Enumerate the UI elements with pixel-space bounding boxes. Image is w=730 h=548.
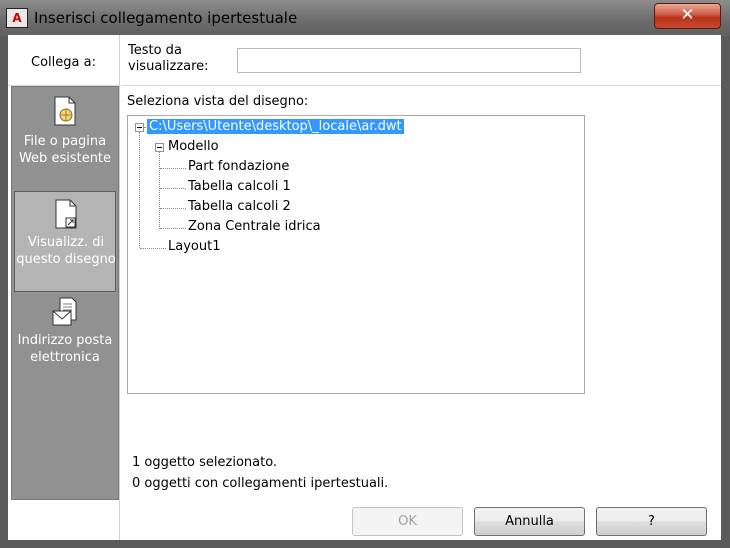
nav-label-email-2: elettronica <box>30 350 100 365</box>
window-title: Inserisci collegamento ipertestuale <box>34 9 298 27</box>
dialog-body: Collega a: File o pagina Web esistente V… <box>8 35 721 540</box>
select-view-label: Seleziona vista del disegno: <box>127 94 309 109</box>
tree-line <box>160 168 186 169</box>
tree-node-root[interactable]: C:\Users\Utente\desktop\_locale\ar.dwt <box>147 118 404 136</box>
close-button[interactable]: ✕ <box>654 3 721 29</box>
tree-node-root-label: C:\Users\Utente\desktop\_locale\ar.dwt <box>147 119 404 134</box>
dialog-window: A Inserisci collegamento ipertestuale ✕ … <box>0 0 730 548</box>
nav-label-web-page-2: Web esistente <box>18 151 112 166</box>
hyperlink-objects-status: 0 oggetti con collegamenti ipertestuali. <box>132 476 389 491</box>
nav-item-web-page[interactable]: File o pagina Web esistente <box>14 89 116 190</box>
nav-label-drawing-view: Visualizz. di <box>27 235 105 250</box>
tree-line <box>160 188 186 189</box>
tree-line <box>160 208 186 209</box>
divider <box>122 85 721 86</box>
email-icon <box>52 297 77 326</box>
autocad-app-icon: A <box>6 8 28 28</box>
nav-item-drawing-view[interactable]: Visualizz. di questo disegno <box>14 191 116 292</box>
help-button[interactable]: ? <box>596 507 707 536</box>
tree-line <box>139 132 140 248</box>
nav-item-email[interactable]: Indirizzo posta elettronica <box>14 293 116 394</box>
tree-line <box>140 248 166 249</box>
display-text-label-2: visualizzare: <box>128 59 209 74</box>
cancel-button[interactable]: Annulla <box>474 507 585 536</box>
tree-node-tabella-calcoli-1[interactable]: Tabella calcoli 1 <box>188 178 291 196</box>
tree-node-part-fondazione[interactable]: Part fondazione <box>188 158 289 176</box>
link-to-label: Collega a: <box>31 55 96 70</box>
ok-button[interactable]: OK <box>352 507 463 536</box>
selected-objects-status: 1 oggetto selezionato. <box>132 455 278 470</box>
tree-node-layout1[interactable]: Layout1 <box>168 238 220 256</box>
tree-node-tabella-calcoli-2[interactable]: Tabella calcoli 2 <box>188 198 291 216</box>
link-type-list: File o pagina Web esistente Visualizz. d… <box>11 86 119 500</box>
link-to-panel: Collega a: File o pagina Web esistente V… <box>8 35 120 540</box>
main-panel: Testo da visualizzare: Seleziona vista d… <box>122 35 721 540</box>
tree-line <box>159 152 160 229</box>
nav-label-drawing-view-2: questo disegno <box>16 252 116 267</box>
drawing-view-icon <box>55 199 77 229</box>
drawing-view-tree[interactable]: C:\Users\Utente\desktop\_locale\ar.dwt M… <box>127 115 585 394</box>
display-text-input[interactable] <box>237 48 581 73</box>
tree-node-zona-centrale-idrica[interactable]: Zona Centrale idrica <box>188 218 321 236</box>
tree-node-modello[interactable]: Modello <box>168 138 219 156</box>
display-text-label-1: Testo da <box>128 43 182 58</box>
title-bar[interactable]: A Inserisci collegamento ipertestuale ✕ <box>0 0 730 36</box>
display-text-label: Testo da visualizzare: <box>128 43 209 75</box>
nav-label-email: Indirizzo posta <box>17 333 113 348</box>
close-icon: ✕ <box>680 5 695 25</box>
collapse-modello-toggle[interactable] <box>155 143 164 152</box>
collapse-root-toggle[interactable] <box>135 123 144 132</box>
web-page-icon <box>54 96 76 126</box>
nav-label-web-page: File o pagina <box>23 134 107 149</box>
tree-line <box>160 228 186 229</box>
